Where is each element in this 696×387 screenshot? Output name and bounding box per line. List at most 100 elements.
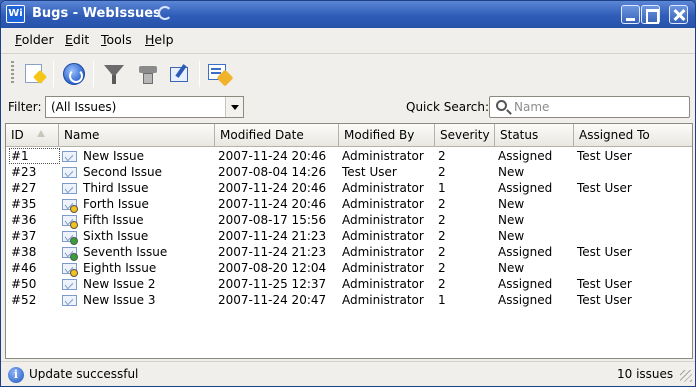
app-icon[interactable]: Wi [6, 5, 25, 23]
column-header-name[interactable]: Name [59, 124, 215, 147]
cell-id: #37 [11, 229, 37, 243]
cell-modified-by: Administrator [342, 277, 424, 291]
cell-status: Assigned [498, 277, 553, 291]
filter-label: Filter: [8, 100, 42, 114]
cell-id: #50 [11, 277, 37, 291]
title-bar[interactable]: Wi Bugs - WebIssues [1, 1, 695, 28]
cell-modified-date: 2007-11-24 20:46 [218, 181, 327, 195]
menu-folder-accel: F [15, 32, 22, 47]
issue-envelope-icon [62, 279, 77, 290]
cell-status: New [498, 229, 525, 243]
table-row[interactable]: #46 Eighth Issue 2007-08-20 12:04 Administr… [6, 260, 692, 277]
table-row[interactable]: #38 Seventh Issue 2007-11-24 21:23 Administ… [6, 244, 692, 261]
table-row[interactable]: #36 Fifth Issue 2007-08-17 15:56 Administra… [6, 212, 692, 229]
menu-edit-accel: E [65, 32, 73, 47]
filter-manage-icon[interactable] [135, 61, 161, 87]
column-header-label: ID [11, 128, 24, 142]
cell-modified-by: Administrator [342, 213, 424, 227]
toolbar [1, 53, 695, 91]
toolbar-separator [199, 61, 200, 87]
cell-name: Seventh Issue [83, 245, 168, 259]
cell-assigned-to: Test User [577, 181, 632, 195]
cell-modified-date: 2007-08-04 14:26 [218, 165, 327, 179]
table-row[interactable]: #23 Second Issue 2007-08-04 14:26 Test User… [6, 164, 692, 180]
cell-assigned-to: Test User [577, 245, 632, 259]
issue-envelope-icon [62, 263, 78, 277]
cell-status: Assigned [498, 245, 553, 259]
main-window: Wi Bugs - WebIssues Folder Edit Tools He… [0, 0, 696, 387]
cell-assigned-to: Test User [577, 293, 632, 307]
cell-severity: 2 [438, 197, 446, 211]
edit-icon[interactable] [167, 61, 193, 87]
filter-icon[interactable] [101, 61, 127, 87]
menu-help[interactable]: Help [145, 32, 174, 47]
cell-modified-date: 2007-11-24 21:23 [218, 229, 327, 243]
table-row[interactable]: #37 Sixth Issue 2007-11-24 21:23 Administra… [6, 228, 692, 245]
column-header-modified-date[interactable]: Modified Date [215, 124, 339, 147]
table-row[interactable]: #1 New Issue 2007-11-24 20:46 Administrator… [6, 148, 692, 164]
cell-modified-by: Administrator [342, 197, 424, 211]
toolbar-grip[interactable] [11, 61, 14, 85]
new-issue-icon[interactable] [22, 61, 48, 87]
table-row[interactable]: #50 New Issue 2 2007-11-25 12:37 Administra… [6, 276, 692, 292]
quick-search-box[interactable] [489, 96, 690, 118]
cell-severity: 2 [438, 213, 446, 227]
maximize-button[interactable] [641, 5, 660, 24]
column-header-severity[interactable]: Severity [435, 124, 495, 147]
column-header-modified-by[interactable]: Modified By [339, 124, 435, 147]
menu-tools[interactable]: Tools [101, 32, 132, 47]
window-title: Bugs - WebIssues [32, 6, 161, 21]
cell-modified-by: Administrator [342, 181, 424, 195]
cell-id: #35 [11, 197, 37, 211]
menu-edit[interactable]: Edit [65, 32, 89, 47]
cell-id: #52 [11, 293, 37, 307]
refresh-icon[interactable] [61, 61, 87, 87]
cell-modified-by: Administrator [342, 229, 424, 243]
table-row[interactable]: #52 New Issue 3 2007-11-24 20:47 Administra… [6, 292, 692, 308]
table-row[interactable]: #27 Third Issue 2007-11-24 20:46 Administra… [6, 180, 692, 196]
cell-severity: 1 [438, 293, 446, 307]
column-header-status[interactable]: Status [495, 124, 574, 147]
menu-tools-rest: ools [106, 32, 132, 47]
minimize-button[interactable] [621, 5, 640, 24]
cell-name: New Issue 3 [83, 293, 156, 307]
issue-envelope-icon [62, 295, 77, 306]
filter-select[interactable]: (All Issues) [45, 96, 244, 118]
column-header-assigned-to[interactable]: Assigned To [574, 124, 692, 147]
cell-status: Assigned [498, 149, 553, 163]
cell-status: New [498, 261, 525, 275]
cell-modified-date: 2007-08-17 15:56 [218, 213, 327, 227]
toolbar-separator [93, 61, 94, 87]
swirl-icon [158, 6, 172, 20]
cell-modified-date: 2007-11-24 20:46 [218, 197, 327, 211]
cell-status: New [498, 165, 525, 179]
resize-grip[interactable] [680, 370, 692, 382]
cell-severity: 1 [438, 181, 446, 195]
issue-envelope-icon [62, 183, 77, 194]
cell-severity: 2 [438, 245, 446, 259]
cell-id: #27 [11, 181, 37, 195]
menu-folder[interactable]: Folder [15, 32, 54, 47]
cell-modified-by: Test User [342, 165, 397, 179]
issue-count: 10 issues [617, 367, 674, 381]
toolbar-separator [53, 61, 54, 87]
view-settings-icon[interactable] [206, 61, 234, 87]
table-row[interactable]: #35 Forth Issue 2007-11-24 20:46 Administra… [6, 196, 692, 213]
quick-search-input[interactable] [514, 99, 684, 115]
column-header-id[interactable]: ID [6, 124, 59, 147]
cell-modified-date: 2007-11-24 20:47 [218, 293, 327, 307]
menu-edit-rest: dit [72, 32, 90, 47]
cell-name: Second Issue [83, 165, 163, 179]
info-icon: i [8, 367, 24, 383]
cell-id: #36 [11, 213, 37, 227]
cell-status: New [498, 197, 525, 211]
cell-modified-date: 2007-08-20 12:04 [218, 261, 327, 275]
close-button[interactable] [669, 5, 688, 24]
menu-bar: Folder Edit Tools Help [1, 28, 695, 52]
cell-name: New Issue 2 [83, 277, 156, 291]
chevron-down-icon[interactable] [225, 97, 243, 117]
search-icon[interactable] [496, 100, 507, 111]
cell-modified-by: Administrator [342, 261, 424, 275]
cell-name: Forth Issue [83, 197, 149, 211]
cell-status: Assigned [498, 181, 553, 195]
